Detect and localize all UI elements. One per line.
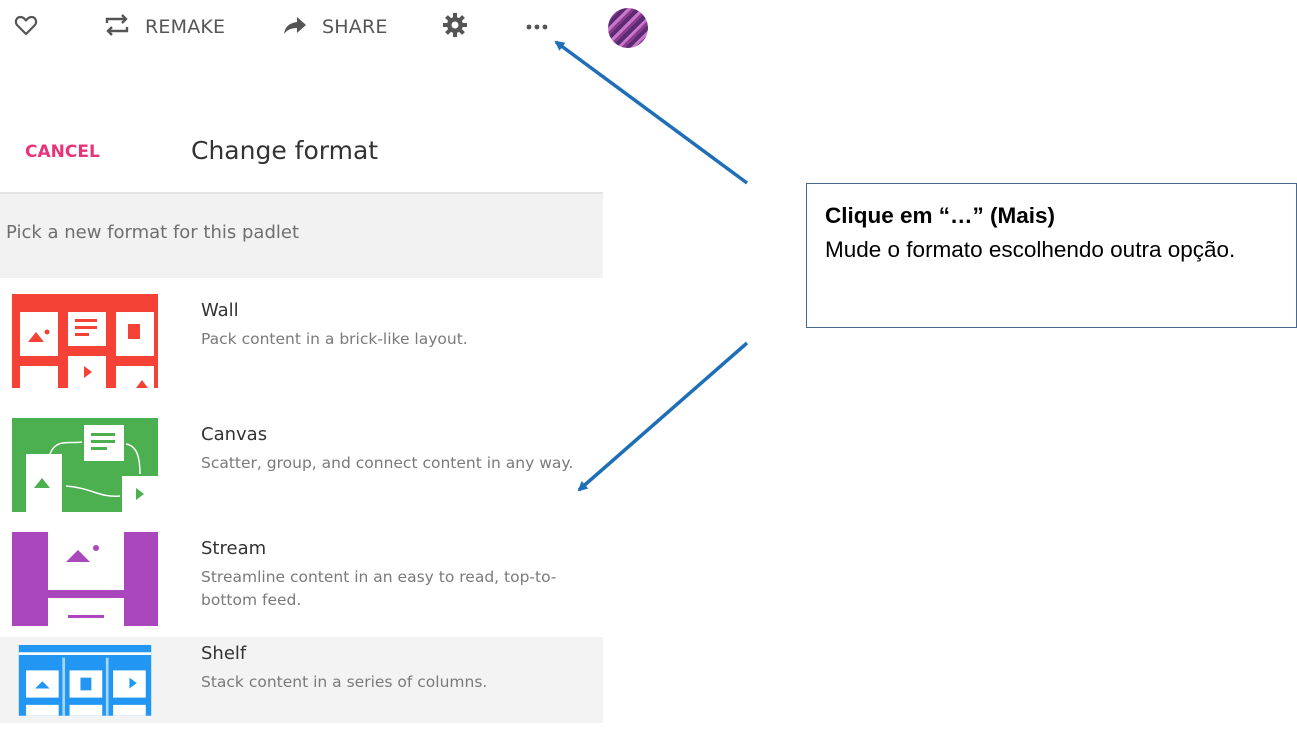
instruction-callout: Clique em “…” (Mais) Mude o formato esco…: [806, 183, 1297, 328]
callout-body: Mude o formato escolhendo outra opção.: [825, 237, 1236, 262]
format-option-wall[interactable]: Wall Pack content in a brick-like layout…: [0, 294, 603, 388]
remake-icon: [103, 13, 131, 42]
stream-thumbnail: [12, 532, 158, 626]
format-option-shelf[interactable]: Shelf Stack content in a series of colum…: [0, 637, 603, 723]
share-button[interactable]: SHARE: [282, 10, 388, 44]
more-icon: [526, 18, 548, 36]
gear-icon: [442, 12, 468, 43]
remake-button[interactable]: REMAKE: [103, 10, 225, 44]
panel-subtitle: Pick a new format for this padlet: [6, 222, 300, 243]
format-title-stream: Stream: [201, 538, 267, 559]
format-option-stream[interactable]: Stream Streamline content in an easy to …: [0, 532, 603, 626]
format-desc-shelf: Stack content in a series of columns.: [201, 673, 488, 691]
like-button[interactable]: [14, 10, 38, 44]
cancel-button[interactable]: CANCEL: [25, 142, 100, 162]
format-title-canvas: Canvas: [201, 424, 268, 445]
more-button[interactable]: [526, 10, 548, 44]
avatar[interactable]: [608, 8, 648, 48]
top-toolbar: REMAKE SHARE: [0, 0, 648, 60]
format-desc-stream: Streamline content in an easy to read, t…: [201, 568, 557, 609]
format-title-shelf: Shelf: [201, 643, 247, 664]
panel-header: CANCEL Change format: [0, 110, 603, 194]
change-format-panel: CANCEL Change format Pick a new format f…: [0, 110, 603, 278]
heart-icon: [14, 14, 38, 41]
format-title-wall: Wall: [201, 300, 239, 321]
format-desc-canvas: Scatter, group, and connect content in a…: [201, 454, 574, 472]
wall-thumbnail: [12, 294, 158, 388]
canvas-thumbnail: [12, 418, 158, 512]
shelf-thumbnail: [18, 645, 152, 716]
format-option-canvas[interactable]: Canvas Scatter, group, and connect conte…: [0, 418, 603, 512]
arrow-to-formats: [577, 341, 749, 492]
panel-title: Change format: [191, 136, 379, 165]
subtitle-bar: Pick a new format for this padlet: [0, 194, 603, 278]
share-label: SHARE: [322, 16, 388, 38]
callout-title: Clique em “…” (Mais): [825, 203, 1056, 228]
remake-label: REMAKE: [145, 16, 226, 38]
settings-button[interactable]: [442, 10, 468, 44]
format-desc-wall: Pack content in a brick-like layout.: [201, 330, 468, 348]
share-icon: [282, 15, 308, 40]
